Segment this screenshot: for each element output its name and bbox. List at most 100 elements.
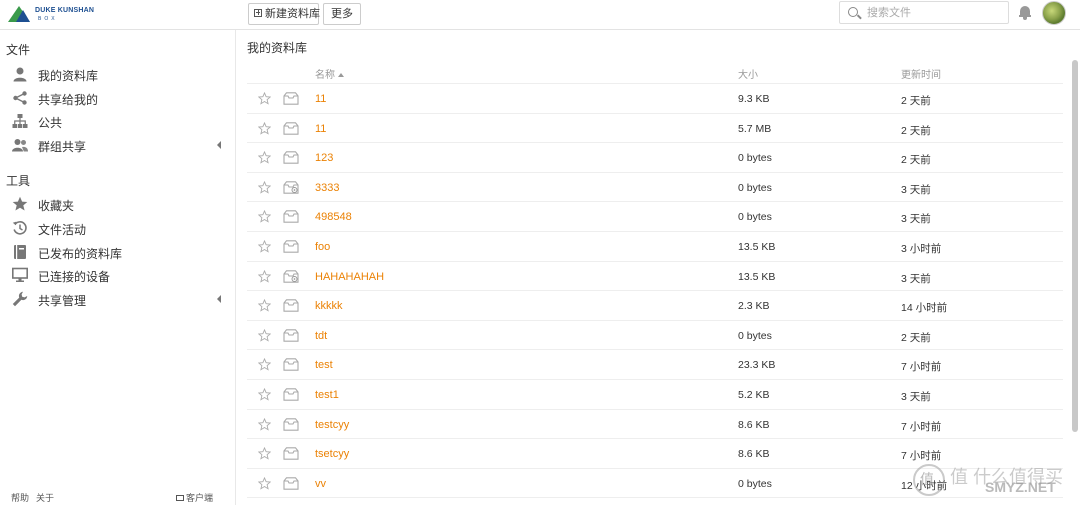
star-outline-icon[interactable]: [258, 328, 271, 342]
library-icon: [283, 388, 299, 401]
library-size: 23.3 KB: [738, 359, 776, 372]
sidebar-item-favorites[interactable]: 收藏夹: [0, 193, 235, 215]
star-outline-icon[interactable]: [258, 476, 271, 490]
sidebar-item-share-admin[interactable]: 共享管理: [0, 288, 235, 310]
history-icon: [12, 221, 27, 235]
library-icon: [283, 210, 299, 224]
caret-left-icon[interactable]: [217, 141, 221, 149]
help-link[interactable]: 帮助: [11, 491, 29, 504]
library-updated-time: 7 小时前: [901, 361, 942, 374]
client-label: 客户端: [186, 493, 214, 503]
library-icon: [283, 447, 299, 460]
table-row[interactable]: kkkkk 2.3 KB 14 小时前: [247, 291, 1063, 321]
sidebar-item-public[interactable]: 公共: [0, 110, 235, 132]
library-name-link[interactable]: test1: [315, 389, 339, 401]
star-outline-icon[interactable]: [258, 239, 271, 253]
client-link[interactable]: 客户端: [176, 491, 213, 504]
sidebar-item-label: 收藏夹: [38, 199, 75, 213]
library-name-link[interactable]: tdt: [315, 330, 327, 342]
star-outline-icon[interactable]: [258, 269, 271, 283]
vertical-scrollbar[interactable]: [1072, 60, 1078, 432]
column-header-time[interactable]: 更新时间: [901, 66, 941, 81]
watermark-domain: SMYZ.NET: [985, 479, 1056, 495]
library-icon: [283, 329, 299, 342]
library-updated-time: 2 天前: [901, 331, 931, 344]
sidebar-item-group-shares[interactable]: 群组共享: [0, 134, 235, 156]
library-name-link[interactable]: HAHAHAHAH: [315, 271, 384, 283]
star-outline-icon[interactable]: [258, 447, 271, 460]
logo-text-line1: DUKE KUNSHAN: [35, 7, 95, 14]
search-icon[interactable]: [848, 7, 858, 17]
library-name-link[interactable]: 11: [315, 123, 326, 135]
star-outline-icon[interactable]: [258, 121, 271, 135]
sidebar-item-my-libraries[interactable]: 我的资料库: [0, 63, 235, 85]
duke-kunshan-box-logo[interactable]: DUKE KUNSHAN BOX: [8, 4, 108, 24]
library-updated-time: 3 小时前: [901, 242, 942, 255]
library-name-link[interactable]: kkkkk: [315, 300, 343, 312]
search-input[interactable]: [867, 5, 1002, 20]
table-row[interactable]: 11 9.3 KB 2 天前: [247, 84, 1063, 114]
library-updated-time: 7 小时前: [901, 420, 942, 433]
caret-left-icon[interactable]: [217, 295, 221, 303]
star-outline-icon[interactable]: [258, 180, 271, 194]
sidebar-item-label: 公共: [38, 116, 63, 130]
star-outline-icon[interactable]: [258, 387, 271, 401]
library-updated-time: 3 天前: [901, 183, 931, 196]
group-icon: [12, 139, 28, 152]
library-name-link[interactable]: foo: [315, 241, 330, 253]
wrench-icon: [12, 291, 28, 307]
library-size: 2.3 KB: [738, 300, 770, 313]
table-row[interactable]: test1 5.2 KB 3 天前: [247, 380, 1063, 410]
library-name-link[interactable]: 3333: [315, 182, 339, 194]
table-row[interactable]: 3333 0 bytes 3 天前: [247, 173, 1063, 203]
table-row[interactable]: HAHAHAHAH 13.5 KB 3 天前: [247, 262, 1063, 292]
table-row[interactable]: 123 0 bytes 2 天前: [247, 143, 1063, 173]
desktop-icon: [176, 495, 184, 501]
star-outline-icon[interactable]: [258, 299, 271, 312]
library-name-link[interactable]: tsetcyy: [315, 448, 349, 460]
table-row[interactable]: 11 5.7 MB 2 天前: [247, 114, 1063, 144]
sidebar-item-shared-with-me[interactable]: 共享给我的: [0, 87, 235, 109]
bell-icon[interactable]: [1019, 6, 1031, 20]
library-size: 8.6 KB: [738, 448, 770, 461]
library-name-link[interactable]: 123: [315, 152, 333, 164]
logo-text-line2: BOX: [38, 16, 58, 22]
library-name-link[interactable]: testcyy: [315, 419, 349, 431]
library-updated-time: 3 天前: [901, 213, 931, 226]
new-library-button[interactable]: 新建资料库: [248, 3, 320, 25]
sidebar-item-published-libraries[interactable]: 已发布的资料库: [0, 241, 235, 263]
table-row[interactable]: test 23.3 KB 7 小时前: [247, 350, 1063, 380]
user-avatar[interactable]: [1042, 1, 1066, 25]
sidebar-item-file-activity[interactable]: 文件活动: [0, 217, 235, 239]
library-updated-time: 2 天前: [901, 124, 931, 137]
library-updated-time: 2 天前: [901, 154, 931, 167]
table-row[interactable]: foo 13.5 KB 3 小时前: [247, 232, 1063, 262]
page-title: 我的资料库: [247, 41, 308, 55]
table-row[interactable]: 498548 0 bytes 3 天前: [247, 202, 1063, 232]
star-outline-icon[interactable]: [258, 151, 271, 164]
library-size: 9.3 KB: [738, 93, 770, 105]
sidebar-item-linked-devices[interactable]: 已连接的设备: [0, 264, 235, 286]
star-outline-icon[interactable]: [258, 210, 271, 224]
library-name-link[interactable]: vv: [315, 478, 326, 490]
more-button[interactable]: 更多: [323, 3, 361, 25]
library-size: 0 bytes: [738, 329, 772, 342]
search-box[interactable]: [839, 1, 1009, 24]
user-icon: [13, 67, 27, 82]
library-name-link[interactable]: test: [315, 359, 333, 371]
library-updated-time: 3 天前: [901, 272, 931, 285]
star-outline-icon[interactable]: [258, 92, 271, 105]
new-library-label: 新建资料库: [265, 8, 320, 20]
star-outline-icon[interactable]: [258, 417, 271, 431]
library-size: 8.6 KB: [738, 418, 770, 431]
library-updated-time: 2 天前: [901, 95, 931, 107]
library-name-link[interactable]: 11: [315, 93, 326, 105]
library-name-link[interactable]: 498548: [315, 211, 352, 223]
star-outline-icon[interactable]: [258, 358, 271, 371]
column-header-name[interactable]: 名称: [315, 66, 344, 81]
monitor-icon: [12, 267, 28, 282]
table-row[interactable]: tdt 0 bytes 2 天前: [247, 321, 1063, 351]
table-row[interactable]: testcyy 8.6 KB 7 小时前: [247, 410, 1063, 440]
book-icon: [14, 245, 26, 259]
about-link[interactable]: 关于: [36, 491, 54, 504]
